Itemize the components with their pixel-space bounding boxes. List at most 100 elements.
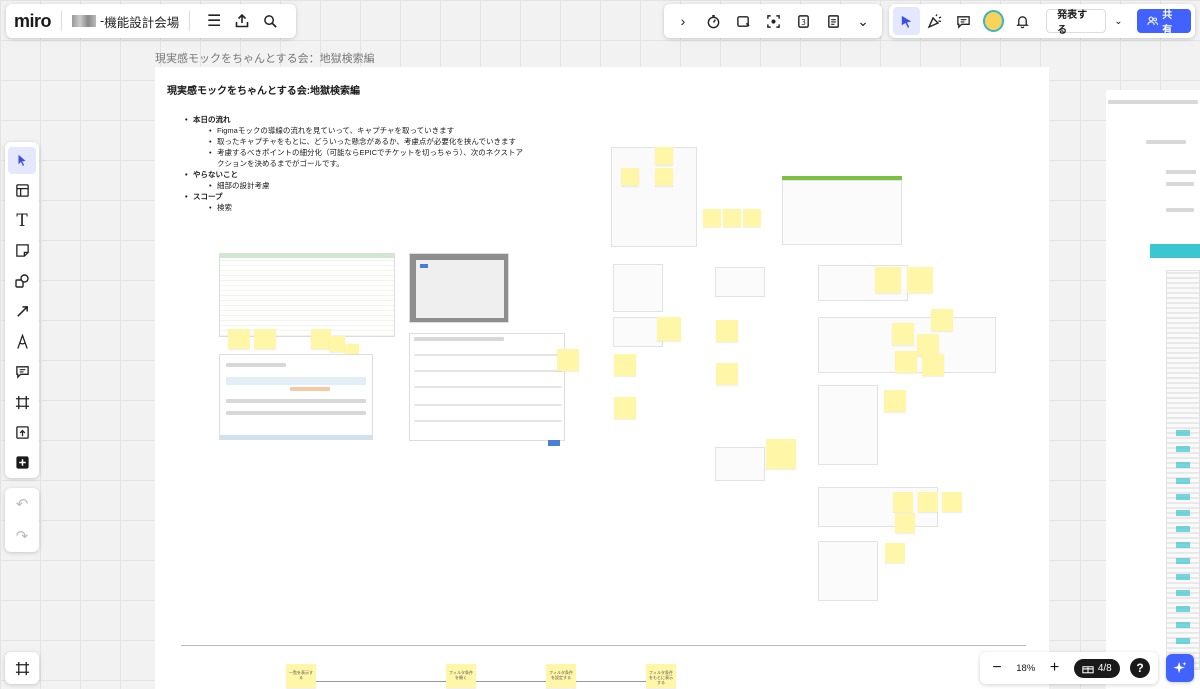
frame-label[interactable]: 現実感モックをちゃんとする会：地獄検索編 [155, 50, 375, 66]
flow-sticky-list[interactable]: 一覧を表示する [286, 664, 316, 688]
capture-cluster[interactable] [613, 317, 663, 347]
board-name[interactable]: 機能設計会場 [104, 12, 179, 31]
spreadsheet-capture[interactable] [219, 253, 395, 337]
agenda-text[interactable]: 本日の流れ Figmaモックの導線の流れを見ていって、キャプチャを取っていきます… [185, 114, 527, 213]
connector-icon[interactable] [8, 298, 36, 325]
sticky-note[interactable] [655, 168, 673, 186]
redo-icon[interactable]: ↷ [16, 527, 29, 545]
section-item: Figmaモックの導線の流れを見ていって、キャプチャを取っていきます [209, 125, 527, 136]
number-3-icon[interactable]: 3 [789, 7, 817, 35]
sticky-note[interactable] [884, 390, 906, 412]
board-frame[interactable]: 現実感モックをちゃんとする会:地獄検索編 本日の流れ Figmaモックの導線の流… [155, 67, 1049, 689]
flow-sticky-text: 一覧を表示する [289, 670, 313, 680]
user-avatar[interactable] [982, 10, 1004, 32]
menu-icon[interactable]: ☰ [200, 7, 228, 35]
export-icon[interactable] [228, 7, 256, 35]
adjacent-frame-label [1108, 100, 1198, 104]
sticky-note[interactable] [922, 354, 944, 376]
sticky-note[interactable] [917, 334, 939, 356]
dialog-capture[interactable] [409, 253, 509, 323]
sticky-note[interactable] [942, 492, 962, 512]
sticky-note[interactable] [655, 147, 673, 165]
sticky-note[interactable] [875, 267, 901, 293]
comment-icon[interactable] [8, 358, 36, 385]
help-button[interactable]: ? [1129, 658, 1150, 678]
sticky-note[interactable] [657, 317, 681, 341]
pen-icon[interactable] [8, 328, 36, 355]
sticky-note[interactable] [907, 267, 933, 293]
shapes-icon[interactable] [8, 268, 36, 295]
sticky-note[interactable] [895, 351, 917, 373]
chevron-right-icon[interactable]: › [669, 7, 697, 35]
sticky-note[interactable] [311, 329, 331, 349]
sticky-note[interactable] [329, 336, 345, 352]
list-page-capture[interactable] [219, 354, 373, 440]
sticky-note[interactable] [716, 363, 738, 385]
flow-sticky-open-filter[interactable]: フィルタ条件を開く [446, 664, 476, 688]
text-icon[interactable]: T [8, 207, 36, 234]
capture-cluster[interactable] [715, 267, 765, 297]
notes-icon[interactable] [819, 7, 847, 35]
sticky-note[interactable] [614, 354, 636, 376]
ai-assist-button[interactable] [1166, 654, 1194, 682]
timer-icon[interactable] [699, 7, 727, 35]
sticky-note[interactable] [703, 209, 721, 227]
flow-sticky-show-filtered[interactable]: フィルタ条件をもとに表示する [646, 664, 676, 688]
sticky-note[interactable] [766, 439, 796, 469]
board-tools-bar: › 3 ⌄ [664, 4, 882, 38]
sticky-note[interactable] [892, 323, 914, 345]
cursor-follow-icon[interactable] [893, 7, 920, 35]
zoom-in-button[interactable]: + [1046, 659, 1064, 677]
reactions-icon[interactable] [922, 7, 949, 35]
sticky-note[interactable] [254, 329, 276, 349]
capture-icon[interactable] [759, 7, 787, 35]
chevron-down-icon[interactable]: ⌄ [1108, 9, 1129, 33]
zoom-level[interactable]: 18% [1016, 663, 1035, 674]
undo-icon[interactable]: ↶ [16, 495, 29, 513]
sticky-note-icon[interactable] [8, 237, 36, 264]
miro-logo[interactable]: miro [14, 11, 52, 32]
upload-icon[interactable] [8, 419, 36, 446]
sticky-note[interactable] [918, 492, 938, 512]
sticky-note[interactable] [743, 209, 761, 227]
divider [189, 11, 191, 31]
capture-cluster[interactable] [613, 264, 663, 312]
adjacent-frame[interactable] [1106, 90, 1200, 689]
sticky-note[interactable] [228, 329, 250, 349]
sticky-note[interactable] [893, 492, 913, 512]
add-icon[interactable] [8, 449, 36, 476]
flow-arrow [576, 681, 646, 682]
comments-icon[interactable] [950, 7, 977, 35]
frame-title[interactable]: 現実感モックをちゃんとする会:地獄検索編 [167, 82, 360, 97]
capture-cluster[interactable] [782, 180, 902, 245]
card-icon[interactable] [729, 7, 757, 35]
filter-dialog-capture[interactable] [409, 333, 565, 441]
sticky-note[interactable] [621, 168, 639, 186]
flow-sticky-text: フィルタ条件を開く [449, 670, 473, 680]
notification-bell-icon[interactable] [1010, 7, 1037, 35]
sticky-note[interactable] [895, 513, 915, 533]
capture-cluster[interactable] [611, 147, 697, 247]
sticky-note[interactable] [557, 349, 579, 371]
capture-cluster[interactable] [715, 447, 765, 481]
frame-navigator[interactable]: 4/8 [1073, 658, 1120, 678]
search-icon[interactable] [256, 7, 284, 35]
capture-cluster[interactable] [818, 385, 878, 465]
sticky-note[interactable] [614, 397, 636, 419]
share-button[interactable]: 共有 [1136, 9, 1192, 36]
zoom-out-button[interactable]: − [988, 659, 1006, 677]
present-button[interactable]: 発表する [1046, 9, 1107, 36]
select-icon[interactable] [8, 146, 36, 174]
sticky-note[interactable] [931, 309, 953, 331]
apply-button-capture [548, 440, 560, 446]
flow-sticky-set-filter[interactable]: フィルタ条件を設定する [546, 664, 576, 688]
templates-icon[interactable] [8, 177, 36, 204]
frame-icon[interactable] [8, 389, 36, 416]
more-chevron-icon[interactable]: ⌄ [849, 7, 877, 35]
sticky-note[interactable] [723, 209, 741, 227]
sticky-note[interactable] [885, 543, 905, 563]
sticky-note[interactable] [716, 320, 738, 342]
section-heading: スコープ [185, 191, 527, 202]
frames-panel-button[interactable] [5, 652, 39, 684]
capture-cluster[interactable] [818, 541, 878, 601]
